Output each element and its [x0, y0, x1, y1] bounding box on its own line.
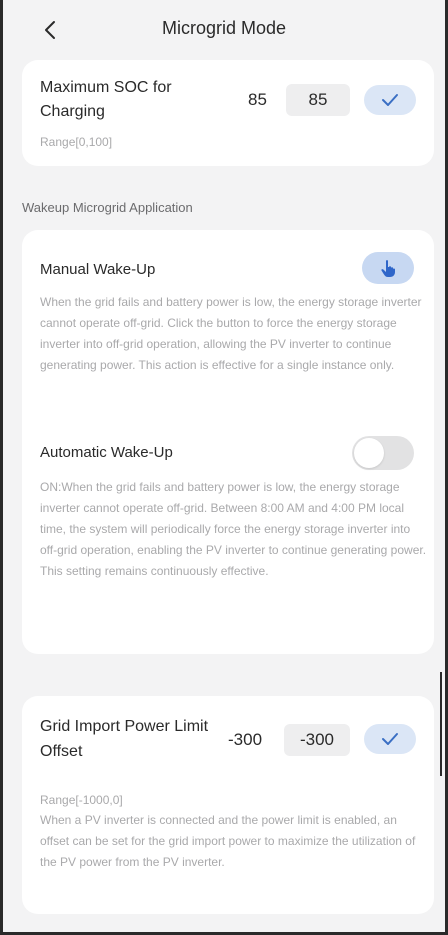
max-soc-input[interactable]: 85 — [286, 84, 350, 116]
automatic-wakeup-toggle[interactable] — [352, 436, 414, 470]
page-title: Microgrid Mode — [161, 18, 287, 38]
wakeup-section-label: Wakeup Microgrid Application — [22, 200, 193, 215]
grid-import-description: When a PV inverter is connected and the … — [40, 813, 416, 869]
max-soc-card: Maximum SOC for Charging Range[0,100] 85… — [22, 60, 434, 166]
toggle-knob — [354, 438, 384, 468]
scrollbar[interactable] — [440, 672, 442, 776]
grid-import-current-value: -300 — [228, 730, 263, 749]
grid-import-input[interactable]: -300 — [284, 724, 350, 756]
grid-import-confirm-button[interactable] — [364, 724, 416, 754]
grid-import-label: Grid Import Power Limit Offset — [40, 718, 209, 760]
grid-import-card: Grid Import Power Limit Offset -300 -300… — [22, 696, 434, 914]
manual-wakeup-description: When the grid fails and battery power is… — [40, 295, 422, 372]
max-soc-label: Maximum SOC for Charging — [40, 79, 172, 120]
check-icon — [382, 733, 398, 745]
automatic-wakeup-description: ON:When the grid fails and battery power… — [40, 480, 427, 578]
max-soc-current-value: 85 — [248, 90, 267, 109]
header-bar: Microgrid Mode — [0, 0, 448, 58]
automatic-wakeup-label: Automatic Wake-Up — [40, 444, 173, 461]
tap-hand-icon — [381, 260, 395, 277]
max-soc-range: Range[0,100] — [40, 135, 113, 149]
max-soc-confirm-button[interactable] — [364, 85, 416, 115]
manual-wakeup-label: Manual Wake-Up — [40, 261, 156, 278]
grid-import-range: Range[-1000,0] — [40, 793, 123, 807]
manual-wakeup-button[interactable] — [362, 252, 414, 284]
check-icon — [382, 94, 398, 106]
